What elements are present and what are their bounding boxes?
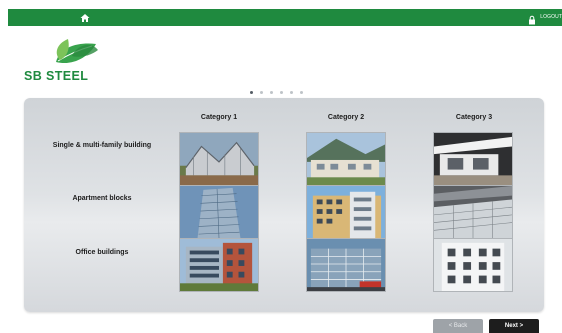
thumb-single-family-cat3[interactable] xyxy=(433,132,513,186)
logo-text: SB STEEL xyxy=(24,69,89,83)
logout-link[interactable]: LOGOUT xyxy=(528,11,562,25)
sb-steel-logo: SB STEEL xyxy=(22,34,132,86)
thumb-apartment-cat3[interactable] xyxy=(433,185,513,239)
pager-dot[interactable] xyxy=(290,91,293,94)
thumb-apartment-cat1[interactable] xyxy=(179,185,259,239)
thumb-office-cat1[interactable] xyxy=(179,238,259,292)
top-bar: LOGOUT xyxy=(8,9,562,26)
thumb-office-cat2[interactable] xyxy=(306,238,386,292)
pager-dot[interactable] xyxy=(280,91,283,94)
carousel-pager xyxy=(250,91,303,94)
pager-dot[interactable] xyxy=(300,91,303,94)
pager-dot[interactable] xyxy=(270,91,273,94)
thumb-office-cat3[interactable] xyxy=(433,238,513,292)
row-label-single-multi-family: Single & multi-family building xyxy=(52,142,152,149)
next-button-label: Next > xyxy=(504,323,524,329)
back-button-label: < Back xyxy=(448,323,468,329)
pager-dot[interactable] xyxy=(250,91,253,94)
pager-dot[interactable] xyxy=(260,91,263,94)
row-label-office-buildings: Office buildings xyxy=(75,249,129,256)
next-button[interactable]: Next > xyxy=(489,319,539,333)
lock-icon xyxy=(528,12,536,25)
home-icon[interactable] xyxy=(79,11,91,23)
category-header-2: Category 2 xyxy=(327,114,365,121)
thumb-apartment-cat2[interactable] xyxy=(306,185,386,239)
leaf-logo-icon xyxy=(46,36,100,68)
category-panel: Category 1 Category 2 Category 3 Single … xyxy=(24,98,544,312)
back-button[interactable]: < Back xyxy=(433,319,483,333)
thumb-single-family-cat1[interactable] xyxy=(179,132,259,186)
logout-label: LOGOUT xyxy=(540,14,562,20)
thumb-single-family-cat2[interactable] xyxy=(306,132,386,186)
row-label-apartment-blocks: Apartment blocks xyxy=(72,195,132,202)
category-header-1: Category 1 xyxy=(200,114,238,121)
category-header-3: Category 3 xyxy=(455,114,493,121)
